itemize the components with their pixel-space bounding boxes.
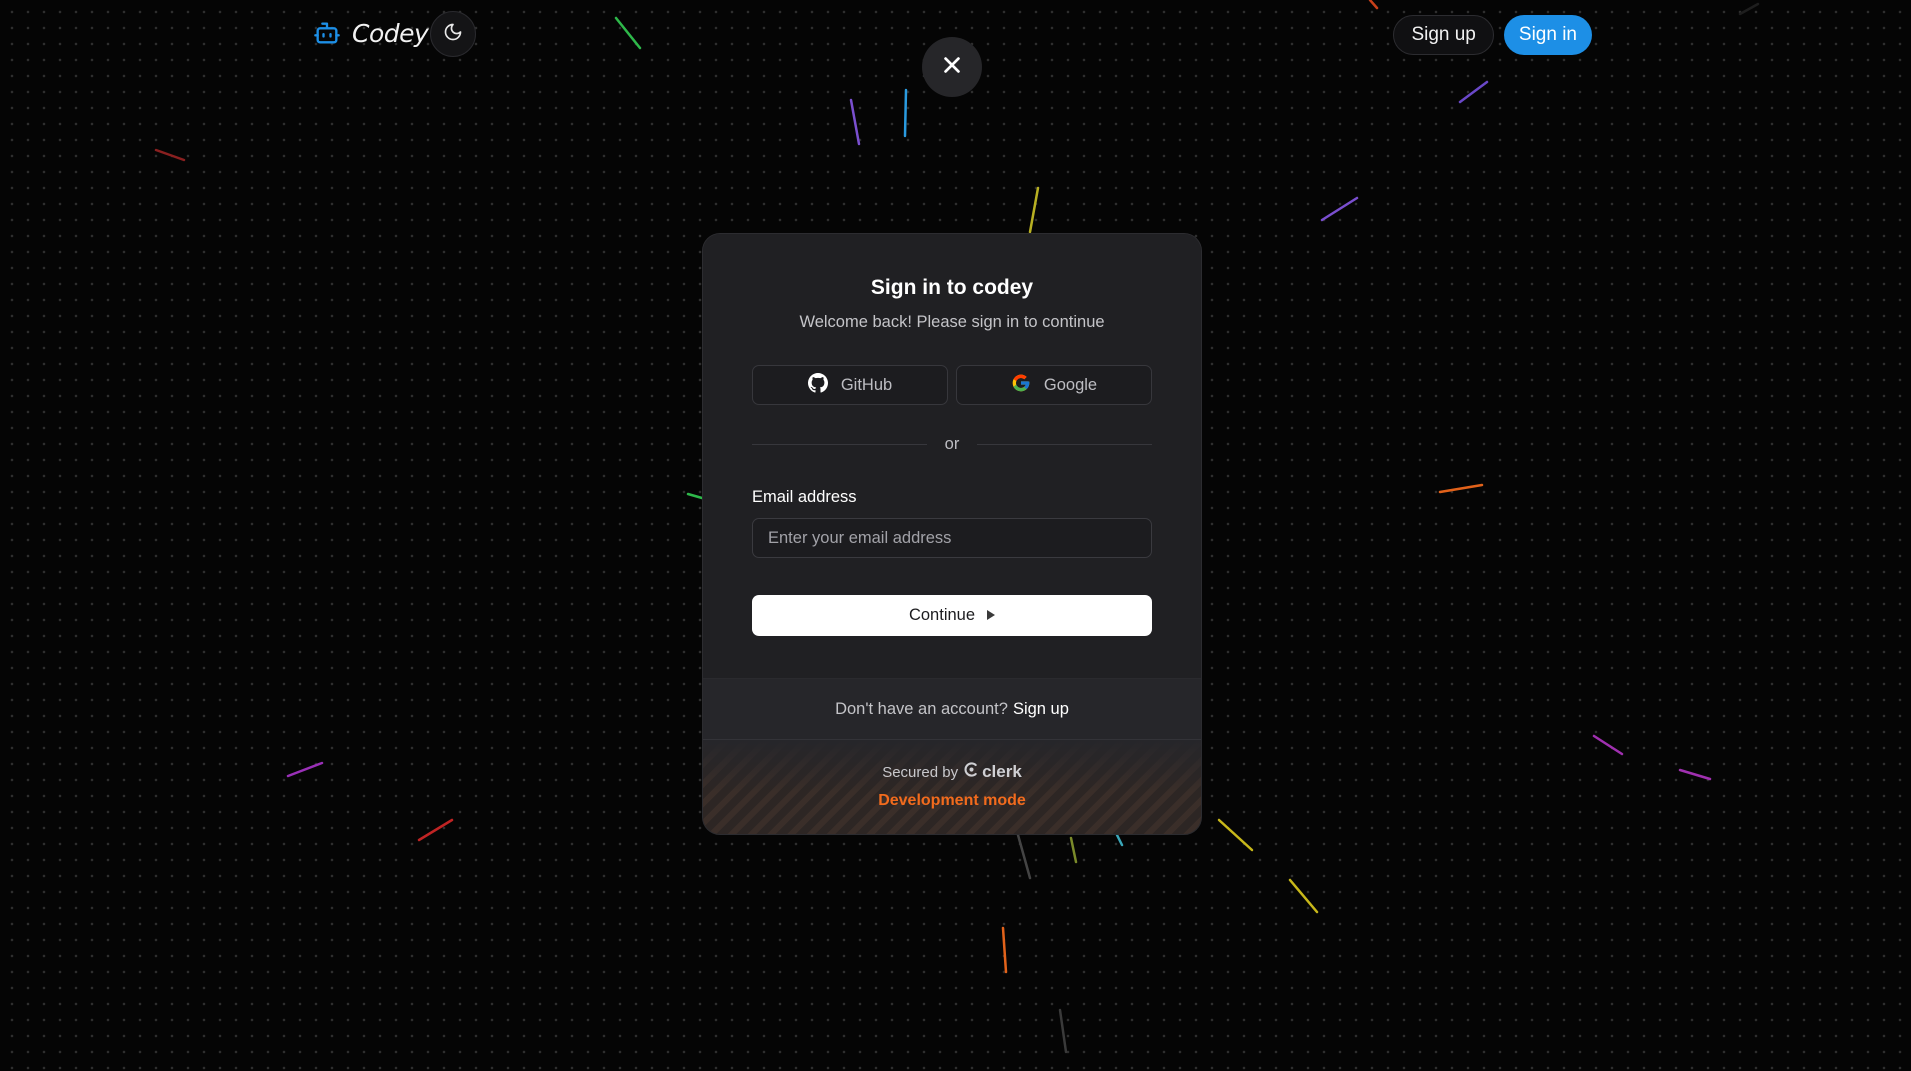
triangle-right-icon xyxy=(987,606,996,625)
app-name: Codey xyxy=(352,18,429,48)
secured-footer: Secured by clerk Development mode xyxy=(703,740,1201,834)
email-input[interactable] xyxy=(752,518,1152,558)
modal-title: Sign in to codey xyxy=(870,276,1034,299)
clerk-logo[interactable]: clerk xyxy=(964,762,1022,782)
robot-icon xyxy=(312,18,342,48)
account-prompt: Don't have an account? xyxy=(835,699,1008,718)
auth-nav: Sign up Sign in xyxy=(1393,15,1592,55)
google-button[interactable]: Google xyxy=(956,365,1152,405)
or-divider: or xyxy=(752,435,1153,454)
app-logo[interactable]: Codey xyxy=(312,18,429,48)
close-modal-button[interactable] xyxy=(922,37,982,97)
clerk-logo-icon xyxy=(964,762,979,782)
continue-label: Continue xyxy=(908,606,976,624)
moon-icon xyxy=(443,22,463,47)
google-icon xyxy=(1011,373,1031,398)
account-footer: Don't have an account? Sign up xyxy=(703,678,1201,740)
signin-card: Sign in to codey Welcome back! Please si… xyxy=(703,234,1201,678)
divider-line-left xyxy=(752,444,927,445)
divider-line-right xyxy=(977,444,1153,445)
theme-toggle-button[interactable] xyxy=(430,11,476,57)
header-signup-button[interactable]: Sign up xyxy=(1393,15,1494,55)
email-label: Email address xyxy=(752,488,857,506)
secured-by-text: Secured by xyxy=(882,763,959,781)
google-label: Google xyxy=(1043,375,1098,394)
close-icon xyxy=(941,54,963,81)
clerk-wordmark: clerk xyxy=(982,762,1022,781)
github-icon xyxy=(807,372,828,398)
continue-button[interactable]: Continue xyxy=(752,595,1152,636)
github-button[interactable]: GitHub xyxy=(752,365,948,405)
social-buttons: GitHub Google xyxy=(752,365,1152,405)
development-mode-label: Development mode xyxy=(878,792,1026,809)
divider-text: or xyxy=(944,435,960,453)
modal-subtitle: Welcome back! Please sign in to continue xyxy=(799,313,1105,331)
signin-modal: Sign in to codey Welcome back! Please si… xyxy=(702,233,1202,835)
secured-by-row: Secured by clerk xyxy=(703,762,1201,782)
github-label: GitHub xyxy=(840,375,893,394)
header-signin-button[interactable]: Sign in xyxy=(1503,15,1592,55)
footer-signup-link[interactable]: Sign up xyxy=(1013,700,1069,719)
